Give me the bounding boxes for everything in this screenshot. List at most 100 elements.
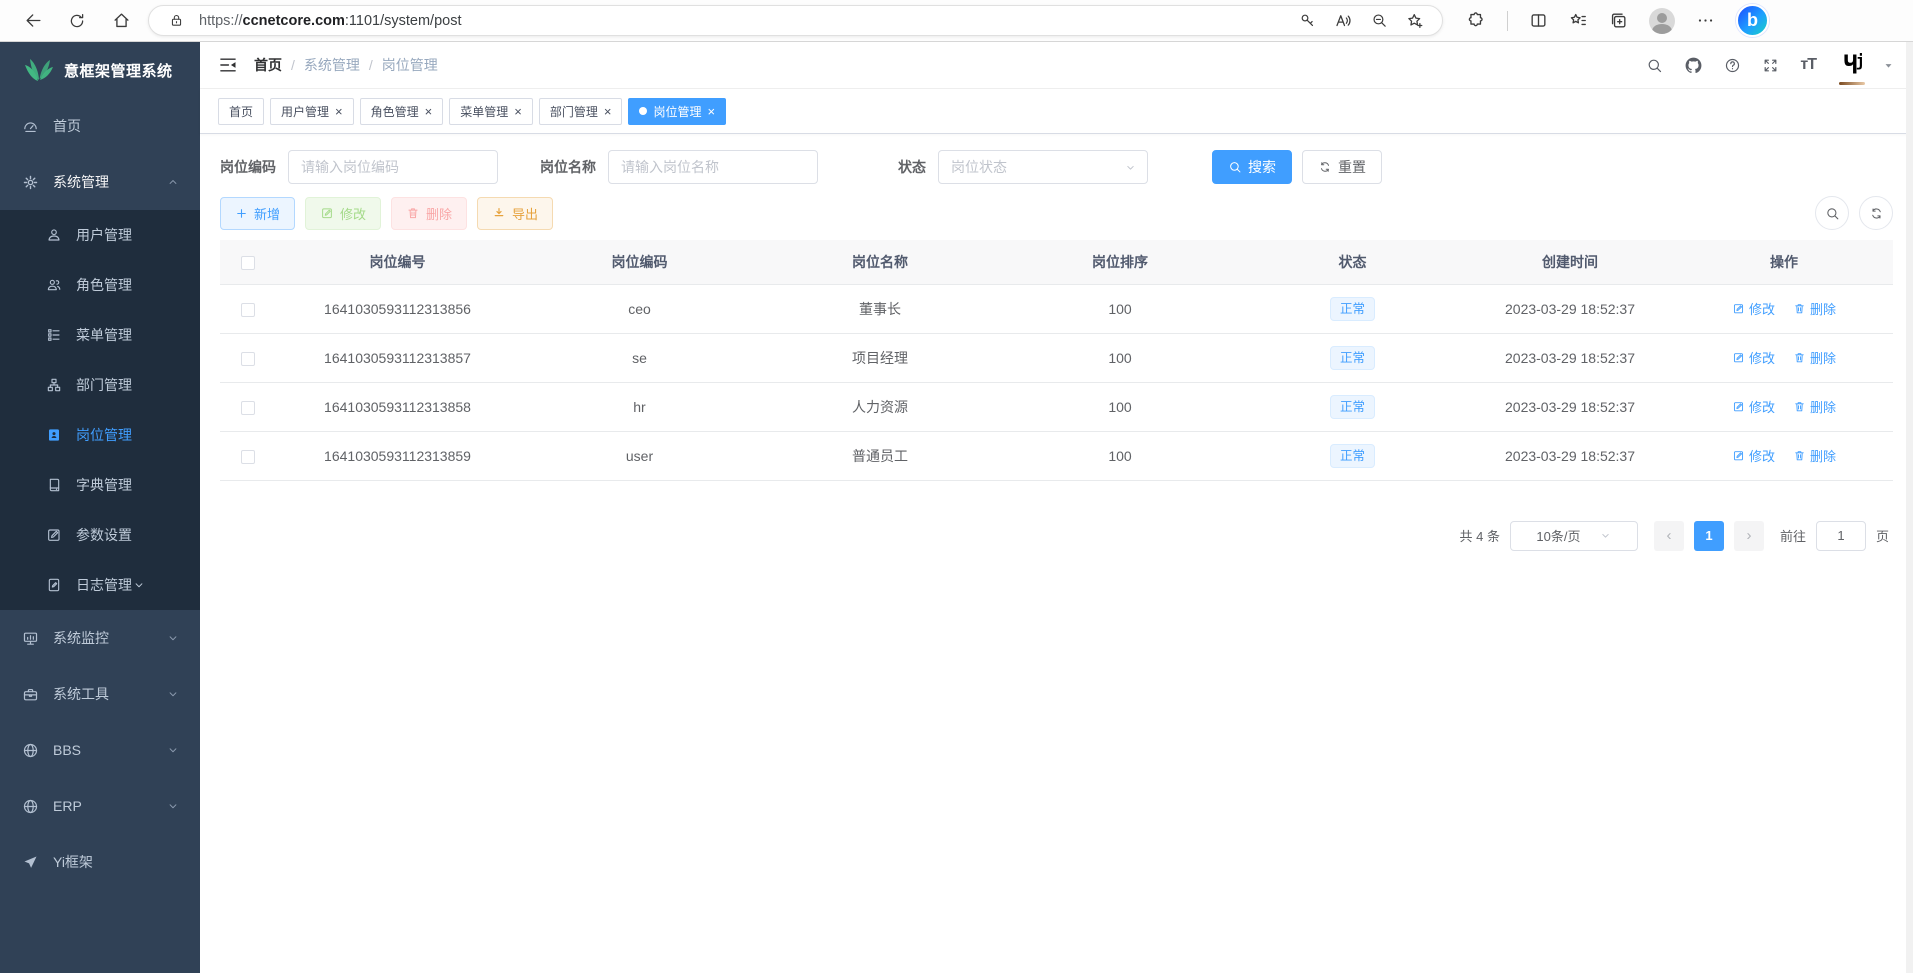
sidebar-item-posts[interactable]: 岗位管理 bbox=[0, 410, 200, 460]
key-icon[interactable] bbox=[1294, 8, 1320, 34]
sidebar-item-departments[interactable]: 部门管理 bbox=[0, 360, 200, 410]
extensions-icon[interactable] bbox=[1467, 11, 1486, 30]
split-screen-icon[interactable] bbox=[1529, 11, 1548, 30]
tab-roles[interactable]: 角色管理 bbox=[360, 98, 444, 125]
close-icon[interactable] bbox=[514, 104, 522, 119]
app-logo[interactable]: 意框架管理系统 bbox=[0, 42, 200, 98]
page-size-select[interactable]: 10条/页 bbox=[1510, 521, 1638, 551]
breadcrumb-home[interactable]: 首页 bbox=[254, 55, 282, 75]
scrollbar[interactable] bbox=[1906, 42, 1913, 973]
tab-users[interactable]: 用户管理 bbox=[270, 98, 354, 125]
chevron-down-icon bbox=[166, 687, 180, 701]
more-icon[interactable] bbox=[1696, 11, 1715, 30]
address-bar[interactable]: https://ccnetcore.com:1101/system/post bbox=[148, 5, 1443, 36]
row-delete-link[interactable]: 删除 bbox=[1793, 299, 1836, 318]
tabs-bar: 首页 用户管理 角色管理 菜单管理 部门管理 岗位管理 bbox=[200, 89, 1913, 134]
row-checkbox[interactable] bbox=[241, 303, 255, 317]
add-button[interactable]: 新增 bbox=[220, 197, 295, 230]
sidebar-item-yi-framework[interactable]: Yi框架 bbox=[0, 834, 200, 890]
close-icon[interactable] bbox=[335, 104, 343, 119]
breadcrumb-system: 系统管理 bbox=[304, 55, 360, 75]
cell-post-name: 项目经理 bbox=[760, 333, 1000, 382]
row-delete-link[interactable]: 删除 bbox=[1793, 446, 1836, 465]
tab-home[interactable]: 首页 bbox=[218, 98, 264, 125]
row-checkbox[interactable] bbox=[241, 401, 255, 415]
back-icon[interactable] bbox=[16, 4, 50, 38]
profile-avatar[interactable] bbox=[1649, 8, 1675, 34]
export-button[interactable]: 导出 bbox=[477, 197, 553, 230]
row-checkbox[interactable] bbox=[241, 450, 255, 464]
favorites-icon[interactable] bbox=[1569, 11, 1588, 30]
help-icon[interactable] bbox=[1724, 57, 1741, 74]
app-title: 意框架管理系统 bbox=[64, 60, 173, 81]
browser-actions: b bbox=[1453, 4, 1769, 37]
tab-posts-active[interactable]: 岗位管理 bbox=[628, 98, 726, 125]
sidebar-item-logs[interactable]: 日志管理 bbox=[0, 560, 200, 610]
caret-down-icon[interactable] bbox=[1882, 59, 1895, 72]
cell-post-name: 董事长 bbox=[760, 284, 1000, 333]
toggle-search-button[interactable] bbox=[1815, 196, 1849, 230]
sidebar: 意框架管理系统 首页 系统管理 用户管理 角色管理 菜单管理 bbox=[0, 42, 200, 973]
add-favorite-icon[interactable] bbox=[1402, 8, 1428, 34]
prev-page-button[interactable]: ‹ bbox=[1654, 521, 1684, 551]
url-text: https://ccnetcore.com:1101/system/post bbox=[199, 13, 1284, 29]
collections-icon[interactable] bbox=[1609, 11, 1628, 30]
close-icon[interactable] bbox=[604, 104, 612, 119]
close-icon[interactable] bbox=[425, 104, 433, 119]
copilot-icon[interactable]: b bbox=[1736, 4, 1769, 37]
sidebar-item-tools[interactable]: 系统工具 bbox=[0, 666, 200, 722]
post-name-input[interactable] bbox=[608, 150, 818, 184]
row-edit-link[interactable]: 修改 bbox=[1732, 446, 1775, 465]
row-delete-link[interactable]: 删除 bbox=[1793, 397, 1836, 416]
sidebar-item-home[interactable]: 首页 bbox=[0, 98, 200, 154]
post-code-input[interactable] bbox=[288, 150, 498, 184]
next-page-button[interactable]: › bbox=[1734, 521, 1764, 551]
goto-label: 前往 bbox=[1780, 526, 1806, 545]
search-button[interactable]: 搜索 bbox=[1212, 150, 1292, 184]
delete-button-disabled[interactable]: 删除 bbox=[391, 197, 467, 230]
sidebar-item-users[interactable]: 用户管理 bbox=[0, 210, 200, 260]
table-toolbar: 新增 修改 删除 导出 bbox=[220, 196, 1893, 230]
sidebar-item-roles[interactable]: 角色管理 bbox=[0, 260, 200, 310]
search-icon[interactable] bbox=[1646, 57, 1663, 74]
reset-button[interactable]: 重置 bbox=[1302, 150, 1382, 184]
row-delete-link[interactable]: 删除 bbox=[1793, 348, 1836, 367]
cell-post-sort: 100 bbox=[1000, 284, 1240, 333]
goto-page-input[interactable] bbox=[1816, 521, 1866, 551]
row-checkbox[interactable] bbox=[241, 352, 255, 366]
sidebar-item-system[interactable]: 系统管理 bbox=[0, 154, 200, 210]
refresh-table-button[interactable] bbox=[1859, 196, 1893, 230]
collapse-menu-icon[interactable] bbox=[218, 55, 238, 75]
home-icon[interactable] bbox=[104, 4, 138, 38]
lock-icon[interactable] bbox=[163, 8, 189, 34]
cell-post-id: 1641030593112313858 bbox=[276, 382, 519, 431]
font-size-icon[interactable]: тT bbox=[1800, 56, 1816, 74]
read-aloud-icon[interactable] bbox=[1330, 8, 1356, 34]
sidebar-item-parameters[interactable]: 参数设置 bbox=[0, 510, 200, 560]
edit-button-disabled[interactable]: 修改 bbox=[305, 197, 381, 230]
cell-post-code: ceo bbox=[519, 284, 760, 333]
row-edit-link[interactable]: 修改 bbox=[1732, 299, 1775, 318]
tab-departments[interactable]: 部门管理 bbox=[539, 98, 623, 125]
page-1-button[interactable]: 1 bbox=[1694, 521, 1724, 551]
github-icon[interactable] bbox=[1684, 56, 1703, 75]
tab-menus[interactable]: 菜单管理 bbox=[449, 98, 533, 125]
fullscreen-icon[interactable] bbox=[1762, 57, 1779, 74]
sidebar-item-bbs[interactable]: BBS bbox=[0, 722, 200, 778]
row-edit-link[interactable]: 修改 bbox=[1732, 348, 1775, 367]
breadcrumb: 首页 / 系统管理 / 岗位管理 bbox=[254, 55, 438, 75]
user-avatar-logo[interactable]: Чj bbox=[1837, 49, 1869, 81]
reload-icon[interactable] bbox=[60, 4, 94, 38]
zoom-out-icon[interactable] bbox=[1366, 8, 1392, 34]
sidebar-item-monitor[interactable]: 系统监控 bbox=[0, 610, 200, 666]
sidebar-item-menus[interactable]: 菜单管理 bbox=[0, 310, 200, 360]
sidebar-item-erp[interactable]: ERP bbox=[0, 778, 200, 834]
status-select[interactable]: 岗位状态 bbox=[938, 150, 1148, 184]
download-icon bbox=[492, 206, 506, 220]
sidebar-item-dictionary[interactable]: 字典管理 bbox=[0, 460, 200, 510]
chevron-up-icon bbox=[166, 175, 180, 189]
select-all-checkbox[interactable] bbox=[241, 256, 255, 270]
close-icon[interactable] bbox=[707, 104, 715, 119]
cell-post-name: 人力资源 bbox=[760, 382, 1000, 431]
row-edit-link[interactable]: 修改 bbox=[1732, 397, 1775, 416]
